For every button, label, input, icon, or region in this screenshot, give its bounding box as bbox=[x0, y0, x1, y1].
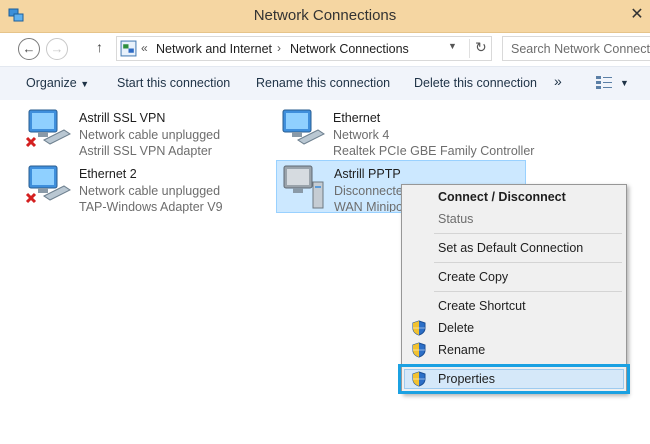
network-adapter-icon bbox=[24, 164, 74, 210]
search-input[interactable]: Search Network Connections bbox=[502, 36, 650, 61]
menu-item-label: Set as Default Connection bbox=[438, 241, 584, 255]
menu-separator bbox=[434, 291, 622, 292]
menu-item-label: Create Shortcut bbox=[438, 299, 526, 313]
address-dropdown-icon[interactable]: ▼ bbox=[448, 41, 457, 51]
menu-item-create-copy[interactable]: Create Copy bbox=[404, 267, 624, 287]
wan-adapter-icon bbox=[279, 164, 329, 210]
rename-connection-button[interactable]: Rename this connection bbox=[256, 76, 390, 90]
window-title: Network Connections bbox=[253, 7, 397, 24]
address-prefix: « bbox=[141, 41, 148, 55]
connection-name: Ethernet 2 bbox=[79, 167, 137, 181]
uac-shield-icon bbox=[412, 342, 426, 358]
menu-item-set-default[interactable]: Set as Default Connection bbox=[404, 238, 624, 258]
organize-button[interactable]: Organize ▼ bbox=[26, 76, 89, 90]
more-commands-button[interactable]: » bbox=[554, 73, 562, 89]
connection-status: Network cable unplugged bbox=[79, 128, 221, 142]
forward-button[interactable]: → bbox=[46, 38, 68, 60]
menu-item-status[interactable]: Status bbox=[404, 209, 624, 229]
up-button[interactable]: ↑ bbox=[96, 39, 103, 55]
connection-status: Network 4 bbox=[333, 128, 390, 142]
connection-device: Astrill SSL VPN Adapter bbox=[79, 144, 212, 158]
menu-item-create-shortcut[interactable]: Create Shortcut bbox=[404, 296, 624, 316]
menu-item-connect-disconnect[interactable]: Connect / Disconnect bbox=[404, 187, 624, 207]
connection-name: Astrill SSL VPN bbox=[79, 111, 166, 125]
network-adapter-icon bbox=[24, 108, 74, 154]
breadcrumb-network-and-internet[interactable]: Network and Internet bbox=[156, 42, 272, 56]
network-adapter-icon bbox=[278, 108, 328, 154]
close-icon[interactable]: ✕ bbox=[626, 4, 648, 26]
menu-item-label: Status bbox=[438, 212, 474, 226]
breadcrumb-network-connections[interactable]: Network Connections bbox=[290, 42, 409, 56]
command-bar: Organize ▼ Start this connection Rename … bbox=[0, 66, 650, 101]
navigation-bar: ← → ↑ « Network and Internet › Network C… bbox=[0, 33, 650, 65]
change-view-button[interactable] bbox=[595, 74, 613, 93]
connection-item-ethernet-2[interactable]: Ethernet 2 Network cable unplugged TAP-W… bbox=[24, 161, 264, 214]
control-panel-icon bbox=[120, 40, 137, 57]
context-menu: Connect / Disconnect Status Set as Defau… bbox=[401, 184, 627, 394]
connection-status: Network cable unplugged bbox=[79, 184, 221, 198]
start-connection-button[interactable]: Start this connection bbox=[117, 76, 230, 90]
connection-device: Realtek PCIe GBE Family Controller bbox=[333, 144, 535, 158]
connection-item-ethernet[interactable]: Ethernet Network 4 Realtek PCIe GBE Fami… bbox=[278, 105, 534, 158]
view-options-icon bbox=[596, 76, 612, 89]
menu-item-label: Rename bbox=[438, 343, 486, 357]
connection-item-astrill-ssl-vpn[interactable]: Astrill SSL VPN Network cable unplugged … bbox=[24, 105, 264, 158]
menu-item-label: Delete bbox=[438, 321, 475, 335]
menu-separator bbox=[434, 233, 622, 234]
connection-name: Astrill PPTP bbox=[334, 167, 401, 181]
connection-device: TAP-Windows Adapter V9 bbox=[79, 200, 223, 214]
delete-connection-button[interactable]: Delete this connection bbox=[414, 76, 537, 90]
menu-item-label: Create Copy bbox=[438, 270, 509, 284]
address-bar[interactable]: « Network and Internet › Network Connect… bbox=[116, 36, 492, 61]
menu-item-label: Connect / Disconnect bbox=[438, 190, 566, 204]
menu-item-rename[interactable]: Rename bbox=[404, 340, 624, 360]
connection-status: Disconnected bbox=[334, 184, 410, 198]
menu-separator bbox=[434, 262, 622, 263]
organize-label: Organize bbox=[26, 76, 77, 90]
view-dropdown-icon[interactable]: ▼ bbox=[620, 78, 629, 88]
menu-item-delete[interactable]: Delete bbox=[404, 318, 624, 338]
connection-name: Ethernet bbox=[333, 111, 381, 125]
chevron-down-icon: ▼ bbox=[80, 79, 90, 89]
properties-highlight-frame bbox=[398, 364, 630, 394]
search-placeholder: Search Network Connections bbox=[511, 42, 650, 56]
back-button[interactable]: ← bbox=[18, 38, 40, 60]
title-bar: Network Connections ✕ bbox=[0, 0, 650, 33]
uac-shield-icon bbox=[412, 320, 426, 336]
refresh-icon[interactable]: ↻ bbox=[469, 39, 487, 58]
breadcrumb-separator[interactable]: › bbox=[277, 41, 281, 55]
